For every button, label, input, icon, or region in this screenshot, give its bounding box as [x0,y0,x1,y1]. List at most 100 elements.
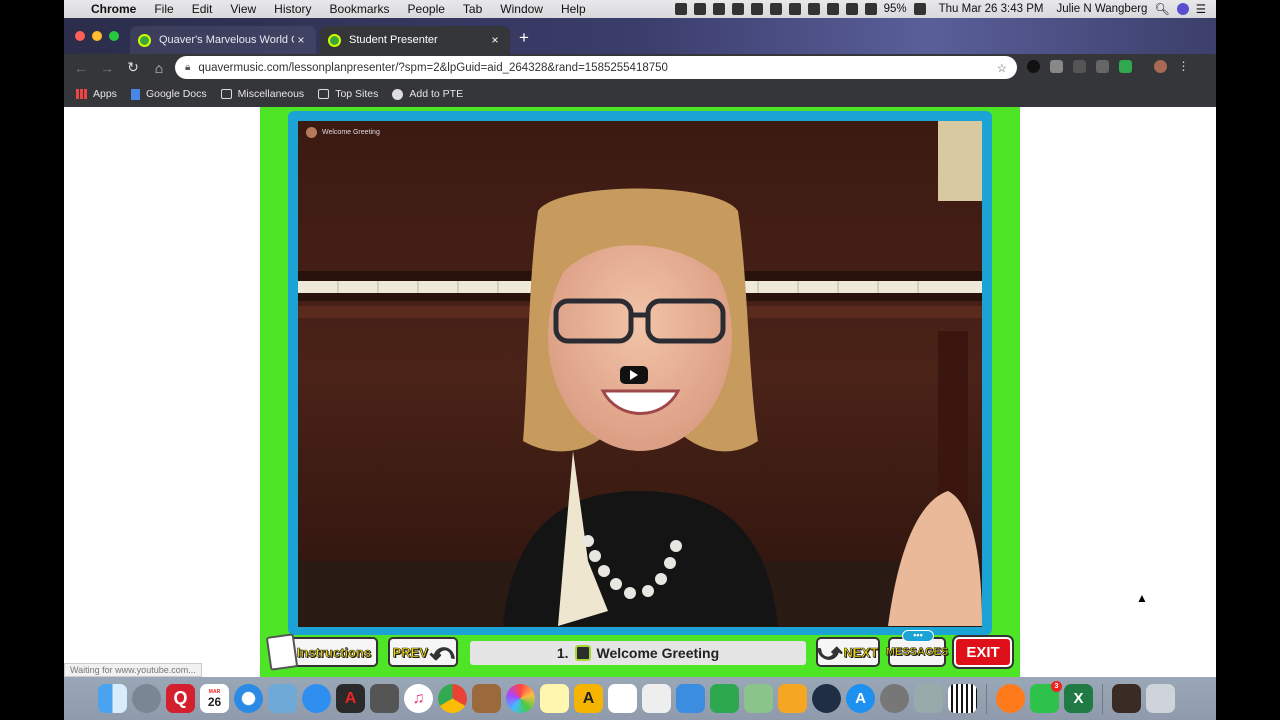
notes-icon[interactable] [540,684,569,713]
address-url[interactable]: quavermusic.com/lessonplanpresenter/?spm… [198,62,996,74]
excel-icon[interactable]: X [1064,684,1093,713]
bookmark-label: Google Docs [145,88,207,100]
zoom-window-button[interactable] [109,31,119,41]
notification-center-icon[interactable]: ☰ [1196,2,1206,16]
volume-icon[interactable] [864,3,877,15]
forward-arrow-icon[interactable]: → [94,60,120,76]
photos-icon[interactable] [506,684,535,713]
extension-shield-icon[interactable] [1027,60,1040,73]
youtube-video-player[interactable]: Welcome Greeting [298,121,982,627]
safari-icon[interactable] [234,684,263,713]
classroom-icon[interactable] [1119,60,1132,73]
trash-icon[interactable] [1146,684,1175,713]
menu-app-name[interactable]: Chrome [82,2,145,16]
maps-icon[interactable] [744,684,773,713]
menu-people[interactable]: People [399,2,454,16]
itunes-icon[interactable]: ♫ [404,684,433,713]
menubar-user[interactable]: Julie N Wangberg [1056,3,1147,15]
address-bar[interactable]: 🔒︎ quavermusic.com/lessonplanpresenter/?… [175,56,1017,79]
app-store-icon[interactable]: A [846,684,875,713]
channel-avatar[interactable] [306,127,317,138]
back-arrow-icon[interactable]: ← [68,60,94,76]
upload-status-icon[interactable] [731,3,744,15]
menu-tab[interactable]: Tab [454,2,491,16]
siri-icon[interactable] [1176,3,1189,15]
instructions-button[interactable]: Instructions [265,633,378,671]
textedit-icon[interactable] [642,684,671,713]
messages-app-icon[interactable] [302,684,331,713]
menu-help[interactable]: Help [552,2,595,16]
next-button[interactable]: ⤻ NEXT [816,637,880,667]
calendar-icon[interactable]: MAR 26 [200,684,229,713]
prev-button[interactable]: PREV ⤺ [388,637,458,667]
bookmark-star-icon[interactable]: ☆ [997,61,1007,75]
keynote-icon[interactable] [676,684,705,713]
menu-file[interactable]: File [145,2,182,16]
new-tab-button[interactable]: + [519,28,529,48]
tab-close-icon[interactable]: × [488,33,502,47]
profile-avatar[interactable] [1154,60,1167,73]
bookmark-label: Add to PTE [409,88,464,100]
close-window-button[interactable] [75,31,85,41]
facetime-icon[interactable]: 3 [1030,681,1062,713]
tab-close-icon[interactable]: × [294,33,308,47]
menu-edit[interactable]: Edit [183,2,222,16]
tab-student-presenter[interactable]: Student Presenter × [320,26,510,54]
acrobat-icon[interactable]: A [336,684,365,713]
menu-bookmarks[interactable]: Bookmarks [321,2,399,16]
exit-button[interactable]: EXIT [952,635,1014,669]
bookmark-miscellaneous[interactable]: Miscellaneous [220,88,304,100]
video-title[interactable]: Welcome Greeting [322,129,380,136]
extension-puzzle-icon[interactable] [1073,60,1086,73]
battery-icon[interactable] [913,3,926,15]
bluetooth-icon[interactable] [826,3,839,15]
bookmark-apps[interactable]: Apps [76,88,117,100]
home-icon[interactable]: ⌂ [146,60,172,76]
airplay-icon[interactable] [845,3,858,15]
piano-icon[interactable] [948,684,977,713]
chrome-icon[interactable] [438,684,467,713]
minimize-window-button[interactable] [92,31,102,41]
next-label: NEXT [843,644,879,660]
bookmark-top-sites[interactable]: Top Sites [318,88,378,100]
reminders-icon[interactable] [608,684,637,713]
bookmark-google-docs[interactable]: Google Docs [130,88,207,100]
tab-quaver-world[interactable]: Quaver's Marvelous World Of M × [130,26,316,54]
play-button-icon[interactable] [620,366,648,384]
cast-icon[interactable] [1096,60,1109,73]
instruments-icon[interactable]: A [574,684,603,713]
browser-tab-strip: Quaver's Marvelous World Of M × Student … [64,18,1216,54]
time-machine-icon[interactable] [788,3,801,15]
apps-grid-icon [76,89,87,99]
bookmark-add-to-pte[interactable]: Add to PTE [392,88,463,100]
numbers-icon[interactable] [710,684,739,713]
home-app-icon[interactable] [778,684,807,713]
accessibility-status-icon[interactable] [769,3,782,15]
quicken-icon[interactable]: Q [166,684,195,713]
calculator-icon[interactable] [370,684,399,713]
shield-status-icon[interactable] [693,3,706,15]
preview-icon[interactable] [268,684,297,713]
cloud-status-icon[interactable] [712,3,725,15]
reload-icon[interactable]: ↻ [120,59,146,76]
wifi-icon[interactable] [807,3,820,15]
automator-icon[interactable] [914,684,943,713]
downloads-folder-icon[interactable] [1112,684,1141,713]
finder-icon[interactable] [98,684,127,713]
menu-view[interactable]: View [221,2,265,16]
notebook-icon[interactable] [472,684,501,713]
menu-window[interactable]: Window [491,2,552,16]
drive-icon[interactable] [1050,60,1063,73]
lock-status-icon[interactable] [750,3,763,15]
menubar-clock[interactable]: Thu Mar 26 3:43 PM [939,3,1044,15]
menu-history[interactable]: History [265,2,320,16]
spotlight-search-icon[interactable]: 🔍︎ [1154,2,1169,16]
video-title-bar[interactable]: Welcome Greeting [306,127,380,138]
launchpad-icon[interactable] [132,684,161,713]
extension-status-icon[interactable] [674,3,687,15]
firefox-icon[interactable] [996,684,1025,713]
system-preferences-icon[interactable] [880,684,909,713]
quicktime-icon[interactable] [812,684,841,713]
messages-button[interactable]: ••• MESSAGES [886,630,948,667]
chrome-menu-icon[interactable]: ⋮ [1177,60,1190,73]
